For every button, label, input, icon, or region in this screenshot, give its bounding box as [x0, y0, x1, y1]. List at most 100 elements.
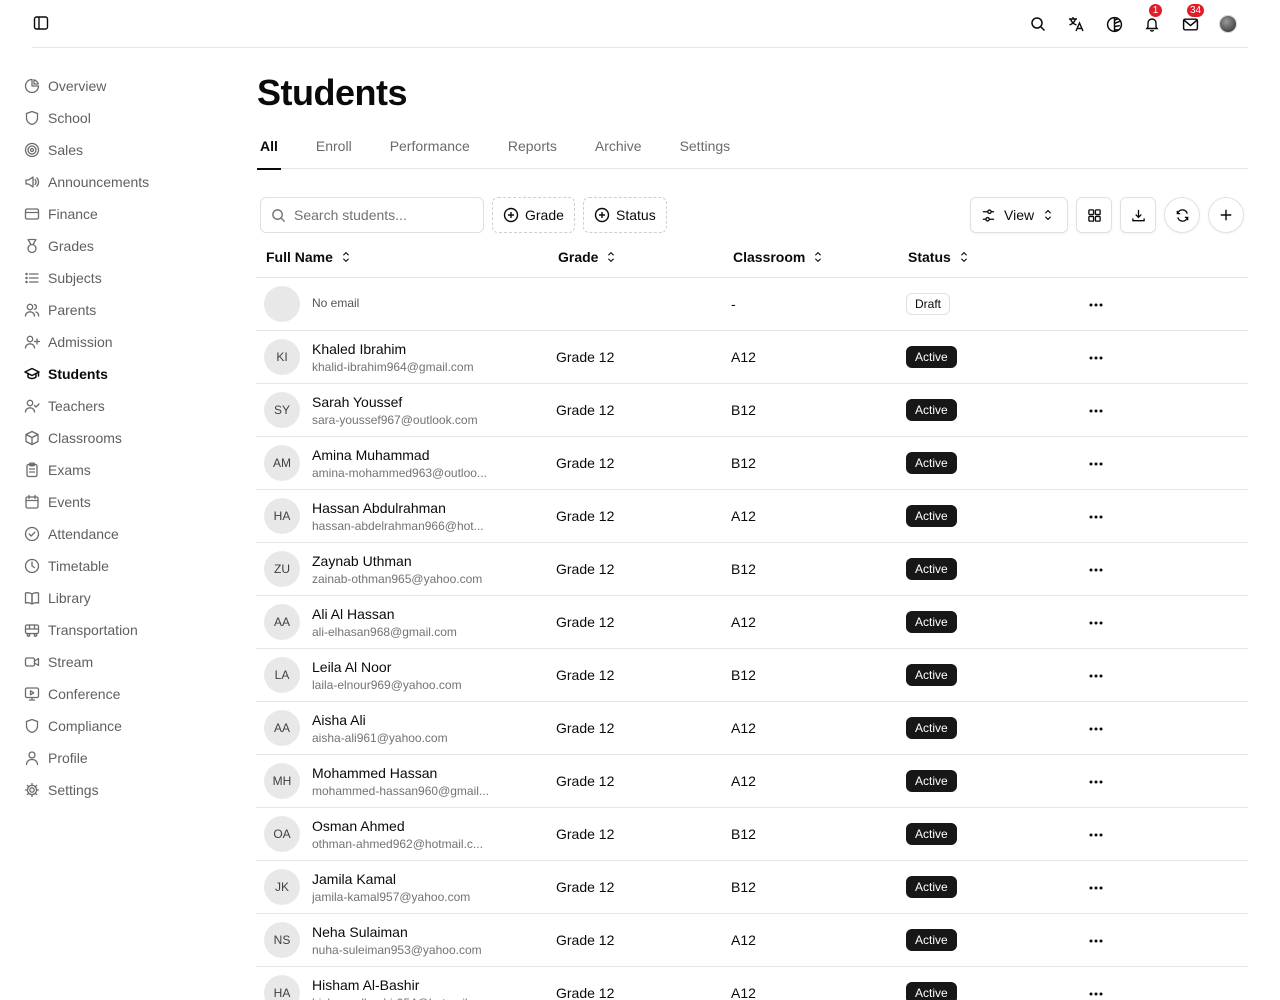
sidebar-item-library[interactable]: Library [20, 582, 220, 614]
table-row[interactable]: ZU Zaynab Uthman zainab-othman965@yahoo.co… [256, 543, 1248, 596]
sidebar-item-label: Timetable [48, 558, 109, 574]
column-header-classroom[interactable]: Classroom [733, 249, 823, 265]
sidebar-item-admission[interactable]: Admission [20, 326, 220, 358]
more-horizontal-icon [1088, 621, 1104, 625]
mail-icon[interactable]: 34 [1178, 3, 1206, 36]
column-header-grade[interactable]: Grade [558, 249, 616, 265]
sidebar-item-compliance[interactable]: Compliance [20, 710, 220, 742]
table-row[interactable]: MH Mohammed Hassan mohammed-hassan960@gmai… [256, 755, 1248, 808]
table-row[interactable]: HA Hassan Abdulrahman hassan-abdelrahman96… [256, 490, 1248, 543]
row-actions-button[interactable] [1084, 346, 1108, 370]
tab-all[interactable]: All [257, 130, 281, 170]
column-header-status[interactable]: Status [908, 249, 969, 265]
download-button[interactable] [1120, 197, 1156, 233]
add-student-button[interactable] [1208, 197, 1244, 233]
plus-icon [1219, 208, 1233, 222]
row-actions-button[interactable] [1084, 770, 1108, 794]
sort-icon [341, 250, 351, 264]
sidebar-item-label: Finance [48, 206, 98, 222]
row-actions-button[interactable] [1084, 452, 1108, 476]
row-actions-button[interactable] [1084, 611, 1108, 635]
table-row[interactable]: SY Sarah Youssef sara-youssef967@outlook.c… [256, 384, 1248, 437]
student-name: Khaled Ibrahim [312, 341, 407, 357]
sidebar-item-conference[interactable]: Conference [20, 678, 220, 710]
table-row[interactable]: HA Hisham Al-Bashir hisham-elbashir954@hot… [256, 967, 1248, 1000]
plus-circle-icon [503, 207, 519, 223]
pie-chart-icon [24, 78, 40, 94]
sidebar-item-label: Teachers [48, 398, 105, 414]
status-filter-button[interactable]: Status [583, 197, 667, 233]
student-email: hassan-abdelrahman966@hot... [312, 519, 484, 533]
sidebar-toggle-icon[interactable] [32, 14, 50, 32]
sidebar-item-label: Events [48, 494, 91, 510]
row-actions-button[interactable] [1084, 717, 1108, 741]
table-row[interactable]: JK Jamila Kamal jamila-kamal957@yahoo.com G… [256, 861, 1248, 914]
sidebar-item-teachers[interactable]: Teachers [20, 390, 220, 422]
row-actions-button[interactable] [1084, 293, 1108, 317]
sidebar-item-settings[interactable]: Settings [20, 774, 220, 806]
clipboard-icon [24, 462, 40, 478]
row-actions-button[interactable] [1084, 558, 1108, 582]
sidebar-item-timetable[interactable]: Timetable [20, 550, 220, 582]
sidebar-item-school[interactable]: School [20, 102, 220, 134]
row-actions-button[interactable] [1084, 399, 1108, 423]
table-row[interactable]: AM Amina Muhammad amina-mohammed963@outloo… [256, 437, 1248, 490]
sidebar-item-profile[interactable]: Profile [20, 742, 220, 774]
row-actions-button[interactable] [1084, 823, 1108, 847]
student-name: Ali Al Hassan [312, 606, 395, 622]
search-box[interactable] [260, 197, 484, 233]
bell-icon[interactable]: 1 [1140, 3, 1164, 36]
table-row[interactable]: No email - Draft [256, 278, 1248, 331]
clock-icon [24, 558, 40, 574]
sidebar-item-subjects[interactable]: Subjects [20, 262, 220, 294]
tab-settings[interactable]: Settings [677, 130, 734, 169]
tab-enroll[interactable]: Enroll [313, 130, 355, 169]
table-row[interactable]: NS Neha Sulaiman nuha-suleiman953@yahoo.co… [256, 914, 1248, 967]
table-row[interactable]: AA Ali Al Hassan ali-elhasan968@gmail.com G… [256, 596, 1248, 649]
table-row[interactable]: OA Osman Ahmed othman-ahmed962@hotmail.c..… [256, 808, 1248, 861]
grade-filter-button[interactable]: Grade [492, 197, 575, 233]
table-row[interactable]: KI Khaled Ibrahim khalid-ibrahim964@gmail.… [256, 331, 1248, 384]
sidebar-item-students[interactable]: Students [20, 358, 220, 390]
user-icon [24, 750, 40, 766]
sidebar-item-label: Profile [48, 750, 88, 766]
sidebar-item-sales[interactable]: Sales [20, 134, 220, 166]
search-icon[interactable] [1026, 12, 1050, 36]
tab-performance[interactable]: Performance [387, 130, 473, 169]
grid-view-button[interactable] [1076, 197, 1112, 233]
refresh-button[interactable] [1164, 197, 1200, 233]
sidebar-item-announcements[interactable]: Announcements [20, 166, 220, 198]
table-row[interactable]: AA Aisha Ali aisha-ali961@yahoo.com Grade 1… [256, 702, 1248, 755]
row-actions-button[interactable] [1084, 664, 1108, 688]
sidebar-item-exams[interactable]: Exams [20, 454, 220, 486]
row-actions-button[interactable] [1084, 929, 1108, 953]
theme-toggle-icon[interactable] [1102, 12, 1126, 36]
sidebar-item-attendance[interactable]: Attendance [20, 518, 220, 550]
row-actions-button[interactable] [1084, 876, 1108, 900]
status-filter-label: Status [616, 207, 656, 223]
translate-icon[interactable] [1064, 12, 1088, 36]
sidebar-item-finance[interactable]: Finance [20, 198, 220, 230]
sidebar-item-events[interactable]: Events [20, 486, 220, 518]
sidebar-item-stream[interactable]: Stream [20, 646, 220, 678]
tab-reports[interactable]: Reports [505, 130, 560, 169]
page-title: Students [257, 72, 408, 113]
sidebar-item-transportation[interactable]: Transportation [20, 614, 220, 646]
table-header: Full Name Grade Classroom Status [256, 238, 1248, 278]
tab-archive[interactable]: Archive [592, 130, 645, 169]
sidebar-item-overview[interactable]: Overview [20, 70, 220, 102]
search-input[interactable] [294, 207, 474, 223]
user-avatar[interactable] [1216, 12, 1240, 36]
grade-cell: Grade 12 [556, 614, 615, 630]
column-label: Full Name [266, 249, 333, 265]
row-actions-button[interactable] [1084, 505, 1108, 529]
column-header-full-name[interactable]: Full Name [266, 249, 351, 265]
status-badge: Active [906, 823, 957, 845]
table-row[interactable]: LA Leila Al Noor laila-elnour969@yahoo.com… [256, 649, 1248, 702]
view-options-button[interactable]: View [970, 197, 1068, 233]
more-horizontal-icon [1088, 992, 1104, 996]
sidebar-item-classrooms[interactable]: Classrooms [20, 422, 220, 454]
row-actions-button[interactable] [1084, 982, 1108, 1000]
sidebar-item-parents[interactable]: Parents [20, 294, 220, 326]
sidebar-item-grades[interactable]: Grades [20, 230, 220, 262]
